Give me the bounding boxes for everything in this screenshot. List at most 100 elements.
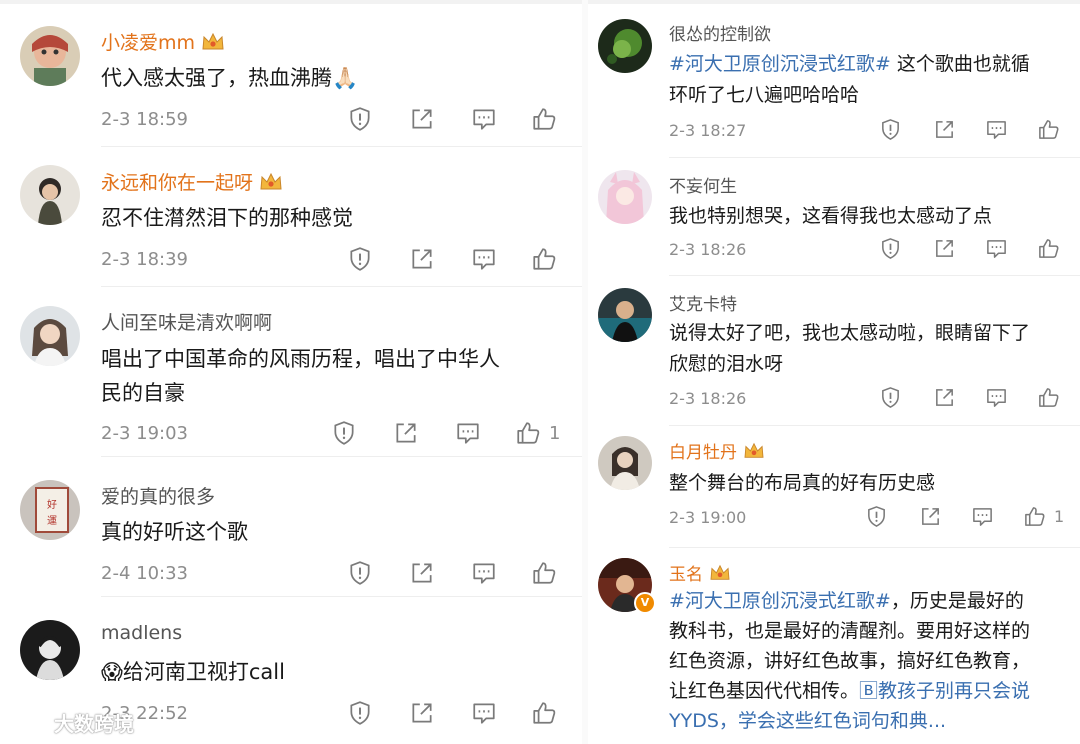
topic-link[interactable]: #河大卫原创沉浸式红歌# xyxy=(669,590,891,612)
avatar[interactable] xyxy=(20,306,80,366)
comment-text: 😱给河南卫视打call xyxy=(101,660,285,684)
report-button[interactable] xyxy=(879,118,902,141)
report-button[interactable] xyxy=(347,246,373,272)
username[interactable]: 玉名 xyxy=(669,560,731,585)
like-button[interactable] xyxy=(1037,118,1060,141)
like-button[interactable]: 1 xyxy=(515,420,560,446)
like-icon xyxy=(1037,237,1060,260)
comment-item: 人间至味是清欢啊啊 唱出了中国革命的风雨历程，唱出了中华人 民的自豪 2-3 1… xyxy=(0,290,582,460)
comment-icon xyxy=(455,420,481,446)
timestamp: 2-3 19:00 xyxy=(669,508,747,527)
comment-list-left: 小凌爱mm 代入感太强了，热血沸腾🙏🏻 2-3 18:59 永远和你在一起呀 忍… xyxy=(0,0,582,744)
like-button[interactable] xyxy=(1037,386,1060,409)
comment-button[interactable] xyxy=(471,106,497,132)
username[interactable]: 爱的真的很多 xyxy=(101,482,215,509)
username[interactable]: 人间至味是清欢啊啊 xyxy=(101,308,272,335)
timestamp: 2-4 10:33 xyxy=(101,563,188,584)
like-button[interactable] xyxy=(531,106,557,132)
like-icon xyxy=(531,700,557,726)
like-button[interactable]: 1 xyxy=(1023,505,1064,528)
comment-button[interactable] xyxy=(471,246,497,272)
comment-button[interactable] xyxy=(985,237,1008,260)
avatar[interactable] xyxy=(598,19,652,73)
report-button[interactable] xyxy=(865,505,888,528)
comment-button[interactable] xyxy=(985,386,1008,409)
comment-text: 我也特别想哭，这看得我也太感动了点 xyxy=(669,205,993,227)
avatar[interactable] xyxy=(598,288,652,342)
share-button[interactable] xyxy=(933,118,956,141)
comment-button[interactable] xyxy=(971,505,994,528)
username-text: 人间至味是清欢啊啊 xyxy=(101,312,273,334)
report-button[interactable] xyxy=(331,420,357,446)
share-icon xyxy=(933,118,956,141)
comment-button[interactable] xyxy=(471,700,497,726)
username[interactable]: 永远和你在一起呀 xyxy=(101,168,283,195)
share-button[interactable] xyxy=(919,505,942,528)
like-count: 1 xyxy=(549,422,561,444)
avatar[interactable] xyxy=(20,620,80,680)
report-icon xyxy=(879,118,902,141)
share-icon xyxy=(409,560,435,586)
comment-text: 代入感太强了，热血沸腾🙏🏻 xyxy=(101,66,359,90)
share-button[interactable] xyxy=(933,386,956,409)
username[interactable]: 小凌爱mm xyxy=(101,28,225,55)
like-button[interactable] xyxy=(531,560,557,586)
timestamp: 2-3 18:39 xyxy=(101,249,188,270)
report-button[interactable] xyxy=(347,700,373,726)
like-icon xyxy=(1037,118,1060,141)
topic-link[interactable]: #河大卫原创沉浸式红歌# xyxy=(669,53,891,75)
avatar[interactable] xyxy=(20,165,80,225)
comment-text: 真的好听这个歌 xyxy=(101,520,248,544)
avatar[interactable] xyxy=(20,26,80,86)
comment-text: 忍不住潸然泪下的那种感觉 xyxy=(101,206,353,230)
article-link[interactable]: 🄱教孩子别再只会说 xyxy=(859,680,1030,702)
share-icon xyxy=(933,386,956,409)
article-link[interactable]: YYDS，学会这些红色词句和典... xyxy=(669,706,1069,736)
username[interactable]: 艾克卡特 xyxy=(669,290,737,315)
username[interactable]: 白月牡丹 xyxy=(669,438,765,463)
like-button[interactable] xyxy=(531,700,557,726)
svg-text:好: 好 xyxy=(47,499,57,511)
username-text: 艾克卡特 xyxy=(669,295,737,315)
username[interactable]: madlens xyxy=(101,622,182,644)
share-button[interactable] xyxy=(409,246,435,272)
username-text: madlens xyxy=(101,622,183,644)
like-count: 1 xyxy=(1054,507,1065,526)
vip-crown-icon xyxy=(259,172,283,192)
username[interactable]: 不妄何生 xyxy=(669,172,737,197)
comment-text: 说得太好了吧，我也太感动啦，眼睛留下了 欣慰的泪水呀 xyxy=(669,318,1069,380)
comment-button[interactable] xyxy=(985,118,1008,141)
report-button[interactable] xyxy=(879,237,902,260)
report-button[interactable] xyxy=(879,386,902,409)
comment-text-part: 让红色基因代代相传。 xyxy=(669,680,860,702)
username-text: 很怂的控制欲 xyxy=(669,25,771,45)
report-icon xyxy=(347,700,373,726)
share-button[interactable] xyxy=(933,237,956,260)
comment-text: 整个舞台的布局真的好有历史感 xyxy=(669,472,936,494)
divider xyxy=(101,456,582,457)
comment-icon xyxy=(985,386,1008,409)
report-button[interactable] xyxy=(347,560,373,586)
like-button[interactable] xyxy=(531,246,557,272)
username-text: 爱的真的很多 xyxy=(101,486,216,508)
avatar[interactable]: 好運 xyxy=(20,480,80,540)
comment-button[interactable] xyxy=(471,560,497,586)
share-button[interactable] xyxy=(409,700,435,726)
watermark: 大数跨境 xyxy=(8,708,134,737)
divider xyxy=(669,547,1080,548)
divider xyxy=(101,146,582,147)
share-icon xyxy=(409,106,435,132)
share-button[interactable] xyxy=(409,106,435,132)
share-button[interactable] xyxy=(409,560,435,586)
divider xyxy=(669,425,1080,426)
username[interactable]: 很怂的控制欲 xyxy=(669,20,771,45)
timestamp: 2-3 18:26 xyxy=(669,389,747,408)
avatar[interactable] xyxy=(598,170,652,224)
comment-button[interactable] xyxy=(455,420,481,446)
report-button[interactable] xyxy=(347,106,373,132)
share-button[interactable] xyxy=(393,420,419,446)
like-button[interactable] xyxy=(1037,237,1060,260)
avatar[interactable] xyxy=(598,436,652,490)
like-icon xyxy=(1037,386,1060,409)
comment-list-right: 很怂的控制欲 #河大卫原创沉浸式红歌# 这个歌曲也就循 环听了七八遍吧哈哈哈 2… xyxy=(588,0,1080,744)
